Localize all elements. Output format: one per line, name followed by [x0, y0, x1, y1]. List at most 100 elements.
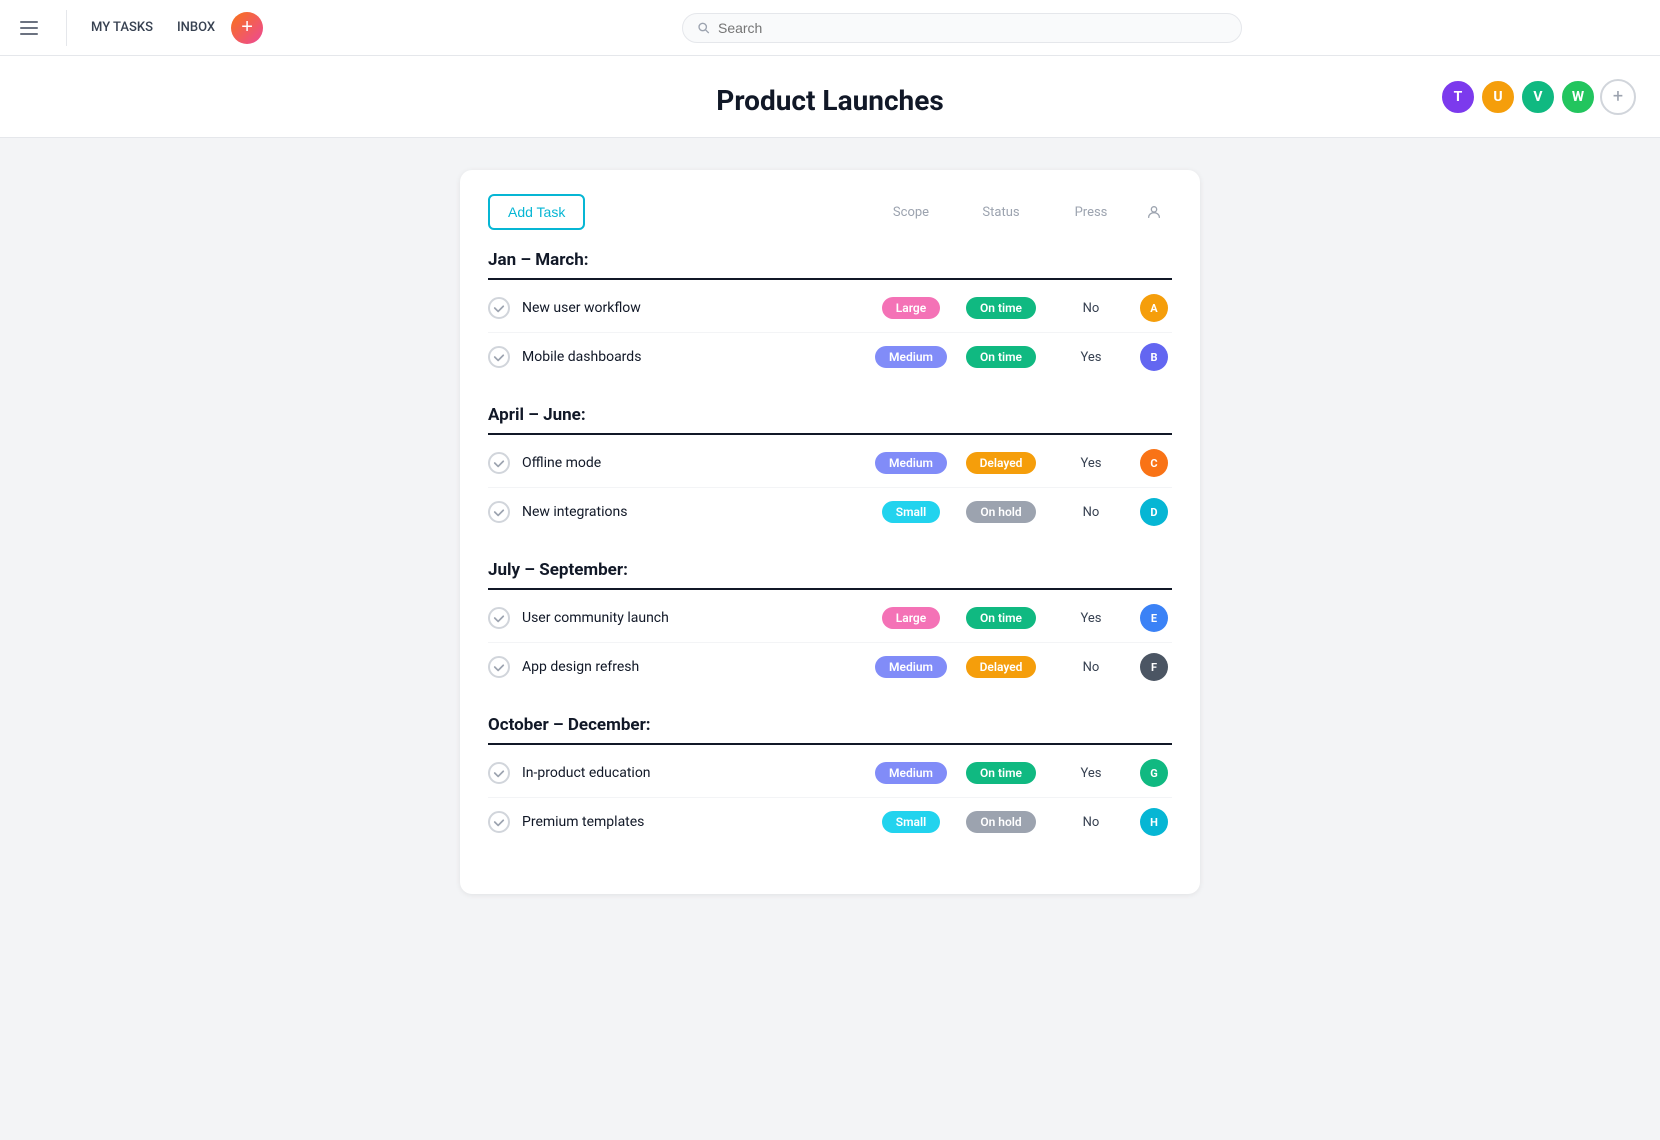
task-checkbox[interactable] [488, 501, 510, 523]
status-badge: On time [966, 607, 1036, 629]
toolbar: Add Task Scope Status Press [488, 194, 1172, 230]
task-scope: Medium [866, 656, 956, 678]
scope-badge: Medium [875, 656, 947, 678]
task-scope: Small [866, 501, 956, 523]
task-cols: Small On holdNo D [866, 498, 1172, 526]
task-name: Premium templates [522, 814, 866, 830]
section-divider [488, 278, 1172, 280]
main-content: Add Task Scope Status Press Jan – March:… [0, 138, 1660, 926]
task-cols: LargeOn timeYesE [866, 604, 1172, 632]
top-nav: MY TASKS INBOX + [0, 0, 1660, 56]
task-scope: Medium [866, 346, 956, 368]
scope-column-header: Scope [866, 205, 956, 220]
team-avatar: W [1560, 79, 1596, 115]
page-title: Product Launches [0, 84, 1660, 117]
task-assignee: F [1136, 653, 1172, 681]
scope-badge: Large [882, 297, 940, 319]
status-badge: Delayed [966, 656, 1037, 678]
task-press: Yes [1046, 766, 1136, 781]
status-badge: Delayed [966, 452, 1037, 474]
task-card: Add Task Scope Status Press Jan – March:… [460, 170, 1200, 894]
team-avatar-group: TUVW+ [1440, 79, 1636, 115]
team-avatar: V [1520, 79, 1556, 115]
task-status: On time [956, 762, 1046, 784]
task-assignee: C [1136, 449, 1172, 477]
task-checkbox[interactable] [488, 452, 510, 474]
task-name: User community launch [522, 610, 866, 626]
avatar: D [1140, 498, 1168, 526]
section-divider [488, 433, 1172, 435]
task-scope: Large [866, 297, 956, 319]
task-press: No [1046, 815, 1136, 830]
section-title: October – December: [488, 715, 1172, 735]
column-headers: Scope Status Press [866, 204, 1172, 220]
task-checkbox[interactable] [488, 607, 510, 629]
section-title: July – September: [488, 560, 1172, 580]
task-assignee: B [1136, 343, 1172, 371]
task-name: New user workflow [522, 300, 866, 316]
task-cols: Medium On time YesG [866, 759, 1172, 787]
hamburger-menu[interactable] [16, 17, 42, 39]
my-tasks-tab[interactable]: MY TASKS [91, 16, 153, 39]
search-input[interactable] [718, 20, 1227, 36]
table-row: User community launchLargeOn timeYesE [488, 594, 1172, 643]
add-button[interactable]: + [231, 12, 263, 44]
status-badge: On time [966, 297, 1036, 319]
status-column-header: Status [956, 205, 1046, 220]
team-avatar: T [1440, 79, 1476, 115]
section-divider [488, 743, 1172, 745]
section-july-september: July – September:User community launchLa… [488, 560, 1172, 691]
task-status: On hold [956, 501, 1046, 523]
table-row: New user workflowLargeOn timeNoA [488, 284, 1172, 333]
task-checkbox[interactable] [488, 811, 510, 833]
scope-badge: Small [882, 811, 940, 833]
section-divider [488, 588, 1172, 590]
task-checkbox[interactable] [488, 762, 510, 784]
sections-container: Jan – March:New user workflowLargeOn tim… [488, 250, 1172, 846]
table-row: New integrations Small On holdNo D [488, 488, 1172, 536]
press-column-header: Press [1046, 205, 1136, 220]
status-badge: On time [966, 346, 1036, 368]
task-checkbox[interactable] [488, 297, 510, 319]
scope-badge: Small [882, 501, 940, 523]
task-status: On time [956, 346, 1046, 368]
add-task-button[interactable]: Add Task [488, 194, 585, 230]
page-header: Product Launches TUVW+ [0, 56, 1660, 138]
task-name: New integrations [522, 504, 866, 520]
task-cols: Medium Delayed No F [866, 653, 1172, 681]
table-row: Premium templatesSmallOn holdNoH [488, 798, 1172, 846]
scope-badge: Medium [875, 452, 947, 474]
person-icon [1146, 204, 1162, 220]
status-badge: On time [966, 762, 1036, 784]
task-status: Delayed [956, 656, 1046, 678]
task-assignee: A [1136, 294, 1172, 322]
task-press: No [1046, 660, 1136, 675]
scope-badge: Medium [875, 346, 947, 368]
task-scope: Small [866, 811, 956, 833]
team-avatar: U [1480, 79, 1516, 115]
task-checkbox[interactable] [488, 346, 510, 368]
task-assignee: G [1136, 759, 1172, 787]
task-cols: LargeOn timeNoA [866, 294, 1172, 322]
task-press: No [1046, 505, 1136, 520]
task-checkbox[interactable] [488, 656, 510, 678]
inbox-tab[interactable]: INBOX [177, 16, 215, 39]
avatar: B [1140, 343, 1168, 371]
task-status: Delayed [956, 452, 1046, 474]
table-row: In-product educationMediumOn timeYesG [488, 749, 1172, 798]
scope-badge: Medium [875, 762, 947, 784]
search-icon [697, 21, 710, 35]
add-team-member-button[interactable]: + [1600, 79, 1636, 115]
section-october-december: October – December:In-product educationM… [488, 715, 1172, 846]
avatar: A [1140, 294, 1168, 322]
task-cols: SmallOn holdNoH [866, 808, 1172, 836]
avatar: F [1140, 653, 1168, 681]
search-bar [682, 13, 1242, 43]
task-assignee: E [1136, 604, 1172, 632]
table-row: Mobile dashboardsMediumOn timeYesB [488, 333, 1172, 381]
task-press: Yes [1046, 611, 1136, 626]
task-name: Mobile dashboards [522, 349, 866, 365]
avatar: C [1140, 449, 1168, 477]
task-scope: Medium [866, 452, 956, 474]
status-badge: On hold [966, 811, 1035, 833]
